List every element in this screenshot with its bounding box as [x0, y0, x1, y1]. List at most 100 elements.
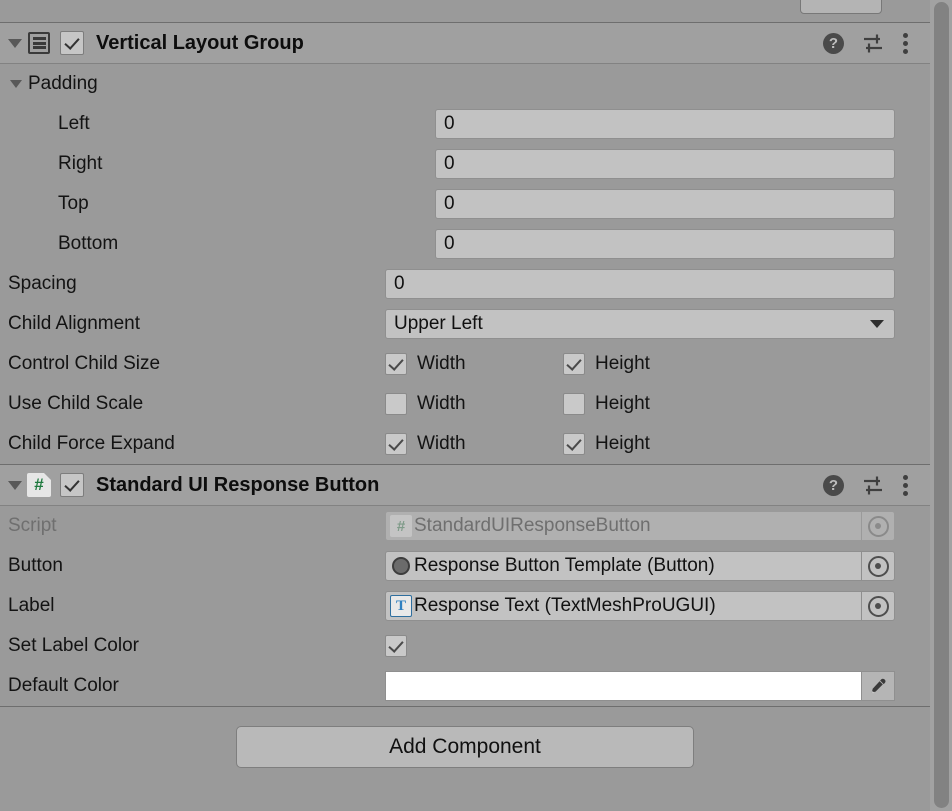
toggles-control-child-size: Width Height: [385, 353, 895, 375]
component-header-actions: ?: [823, 32, 930, 54]
row-default-color: Default Color: [0, 666, 930, 706]
group-foldout-padding[interactable]: Padding: [0, 64, 930, 104]
row-label: Label T Response Text (TextMeshProUGUI): [0, 586, 930, 626]
checkbox-set-label-color[interactable]: [385, 635, 407, 657]
row-spacing: Spacing 0: [0, 264, 930, 304]
toggle-use-child-scale-width[interactable]: Width: [385, 393, 563, 415]
component-header-actions: ?: [823, 474, 930, 496]
label-button: Button: [8, 555, 63, 576]
eyedropper-icon[interactable]: [861, 671, 895, 701]
textmeshpro-icon: T: [390, 595, 412, 617]
button-component-icon: [390, 555, 412, 577]
row-child-alignment: Child Alignment Upper Left: [0, 304, 930, 344]
color-swatch-default-color[interactable]: [385, 671, 861, 701]
component-enabled-checkbox-standard-ui-response-button[interactable]: [60, 473, 84, 497]
row-padding-left: Left 0: [0, 104, 930, 144]
component-header-vertical-layout-group[interactable]: Vertical Layout Group ?: [0, 23, 930, 63]
checkbox-icon[interactable]: [563, 353, 585, 375]
layout-vertical-icon: [26, 30, 52, 56]
object-picker-button-script: [861, 511, 895, 541]
toggle-label: Height: [595, 433, 650, 454]
input-spacing[interactable]: 0: [385, 269, 895, 299]
chevron-down-icon: [10, 80, 22, 88]
label-padding-right: Right: [58, 153, 103, 174]
component-title-vertical-layout-group: Vertical Layout Group: [96, 31, 304, 54]
help-icon[interactable]: ?: [823, 32, 844, 54]
toggle-label: Height: [595, 393, 650, 414]
component-header-standard-ui-response-button[interactable]: # Standard UI Response Button ?: [0, 465, 930, 505]
inspector-footer: Add Component: [0, 707, 930, 787]
object-picker-button-button[interactable]: [861, 551, 895, 581]
input-padding-left[interactable]: 0: [435, 109, 895, 139]
input-padding-top[interactable]: 0: [435, 189, 895, 219]
object-picker-icon: [867, 595, 889, 617]
chevron-down-icon: [8, 480, 22, 490]
object-field-label: T Response Text (TextMeshProUGUI): [385, 591, 895, 621]
object-picker-icon: [867, 515, 889, 537]
toggle-child-force-expand-width[interactable]: Width: [385, 433, 563, 455]
input-padding-right[interactable]: 0: [435, 149, 895, 179]
group-label-padding: Padding: [28, 73, 98, 94]
color-field-default-color: [385, 671, 895, 701]
chevron-down-icon: [870, 320, 884, 328]
row-control-child-size: Control Child Size Width Height: [0, 344, 930, 384]
row-padding-right: Right 0: [0, 144, 930, 184]
label-default-color: Default Color: [8, 675, 119, 696]
toggle-child-force-expand-height[interactable]: Height: [563, 433, 741, 455]
group-label-padding-wrap: Padding: [8, 73, 387, 95]
toggles-child-force-expand: Width Height: [385, 433, 895, 455]
dropdown-child-alignment[interactable]: Upper Left: [385, 309, 895, 339]
label-control-child-size: Control Child Size: [8, 353, 161, 374]
checkbox-icon[interactable]: [385, 393, 407, 415]
dropdown-value-child-alignment: Upper Left: [394, 313, 483, 334]
toggle-label: Width: [417, 393, 466, 414]
row-padding-bottom: Bottom 0: [0, 224, 930, 264]
object-field-button-value[interactable]: Response Button Template (Button): [385, 551, 861, 581]
chevron-down-icon: [8, 38, 22, 48]
inspector-panel: Vertical Layout Group ? Padding Left 0 R: [0, 0, 930, 811]
row-use-child-scale: Use Child Scale Width Height: [0, 384, 930, 424]
toggle-control-child-size-height[interactable]: Height: [563, 353, 741, 375]
checkbox-icon[interactable]: [563, 393, 585, 415]
label-label: Label: [8, 595, 55, 616]
row-button: Button Response Button Template (Button): [0, 546, 930, 586]
label-child-alignment: Child Alignment: [8, 313, 141, 334]
object-picker-button-label[interactable]: [861, 591, 895, 621]
row-child-force-expand: Child Force Expand Width Height: [0, 424, 930, 464]
label-child-force-expand: Child Force Expand: [8, 433, 175, 454]
object-value-label: Response Text (TextMeshProUGUI): [414, 595, 716, 616]
add-component-button[interactable]: Add Component: [236, 726, 694, 768]
checkbox-icon[interactable]: [385, 353, 407, 375]
scrollbar-thumb[interactable]: [934, 2, 949, 808]
preset-sliders-icon[interactable]: [862, 475, 884, 496]
top-cutoff-strip: [0, 0, 930, 22]
checkbox-icon[interactable]: [563, 433, 585, 455]
toggle-control-child-size-width[interactable]: Width: [385, 353, 563, 375]
toggle-label: Width: [417, 433, 466, 454]
kebab-menu-icon[interactable]: [902, 32, 908, 54]
csharp-script-icon: #: [26, 472, 52, 498]
row-script: Script # StandardUIResponseButton: [0, 506, 930, 546]
object-field-label-value[interactable]: T Response Text (TextMeshProUGUI): [385, 591, 861, 621]
component-enabled-checkbox-vertical-layout-group[interactable]: [60, 31, 84, 55]
foldout-toggle-standard-ui-response-button[interactable]: [4, 480, 26, 490]
toggle-label: Width: [417, 353, 466, 374]
preset-sliders-icon[interactable]: [862, 33, 884, 54]
label-use-child-scale: Use Child Scale: [8, 393, 144, 414]
object-field-script: # StandardUIResponseButton: [385, 511, 895, 541]
vertical-scrollbar[interactable]: [930, 0, 952, 811]
kebab-menu-icon[interactable]: [902, 474, 908, 496]
toggle-use-child-scale-height[interactable]: Height: [563, 393, 741, 415]
object-field-button: Response Button Template (Button): [385, 551, 895, 581]
csharp-script-icon: #: [390, 515, 412, 537]
toggle-label: Height: [595, 353, 650, 374]
foldout-toggle-vertical-layout-group[interactable]: [4, 38, 26, 48]
component-title-standard-ui-response-button: Standard UI Response Button: [96, 473, 380, 496]
help-icon[interactable]: ?: [823, 474, 844, 496]
label-padding-bottom: Bottom: [58, 233, 119, 254]
row-padding-top: Top 0: [0, 184, 930, 224]
partial-button-above[interactable]: [800, 0, 882, 14]
label-script: Script: [8, 515, 57, 536]
input-padding-bottom[interactable]: 0: [435, 229, 895, 259]
checkbox-icon[interactable]: [385, 433, 407, 455]
